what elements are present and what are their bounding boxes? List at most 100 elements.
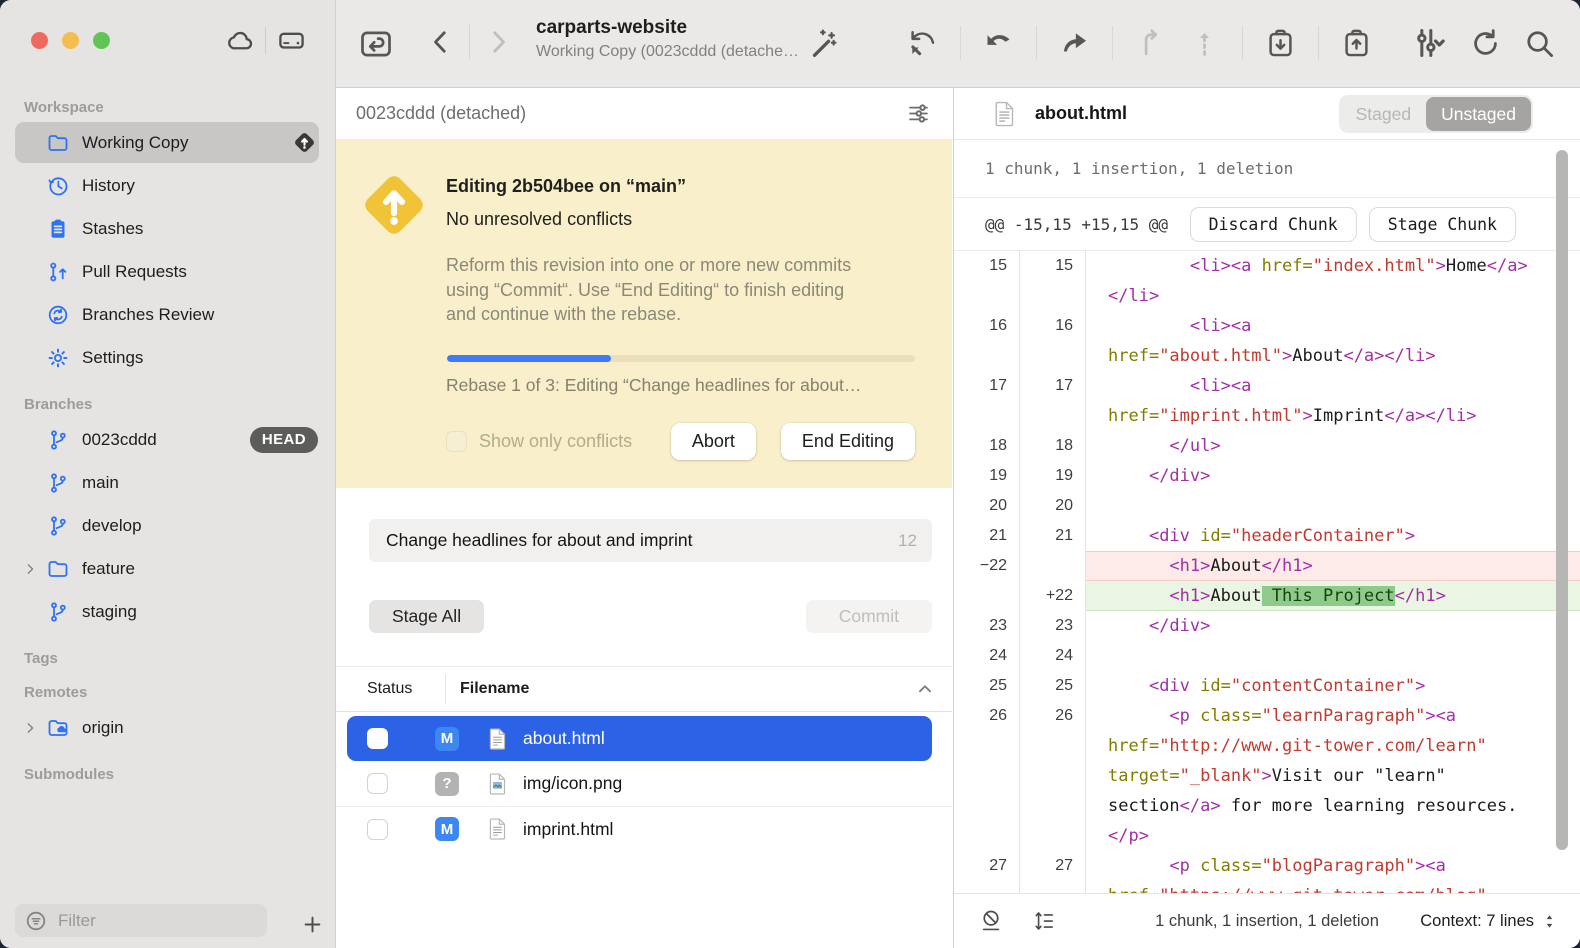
disclosure-chevron-icon[interactable] [22,561,38,577]
stage-checkbox[interactable] [367,728,388,749]
sidebar-item-pull-requests[interactable]: Pull Requests [0,250,335,293]
show-only-conflicts-checkbox[interactable] [446,431,467,452]
divider [1036,26,1037,60]
diff-line[interactable]: 2727 <p class="blogParagraph"><a href="h… [954,851,1580,893]
diff-line[interactable]: 2020 [954,491,1580,521]
branch-icon [46,600,70,624]
close-button[interactable] [31,32,48,49]
diff-line[interactable]: 2323 </div> [954,611,1580,641]
ignore-whitespace-icon[interactable] [978,908,1004,934]
sidebar-item-history[interactable]: History [0,164,335,207]
column-divider[interactable] [445,674,446,704]
quick-actions-button[interactable] [806,27,839,60]
repo-subtitle: Working Copy (0023cddd (detache… [536,43,799,61]
repo-title: carparts-website [536,17,799,39]
toolbar-actions [806,23,1556,63]
diff-line[interactable]: 2121 <div id="headerContainer"> [954,521,1580,551]
history-icon [46,174,70,198]
stage-all-button[interactable]: Stage All [369,600,484,633]
code-text: <p class="learnParagraph"><a href="http:… [1086,701,1580,851]
sidebar-item-branches-review[interactable]: Branches Review [0,293,335,336]
sidebar-item-label: Stashes [82,219,143,239]
diff-line[interactable]: 1818 </ul> [954,431,1580,461]
column-header-status[interactable]: Status [367,680,445,698]
diff-line[interactable]: 1515 <li><a href="index.html">Home</a></… [954,251,1580,311]
divider [265,27,266,54]
file-table-header: Status Filename [336,666,952,712]
sort-chevron-up-icon[interactable] [914,678,936,700]
line-spacing-icon[interactable] [1031,908,1057,934]
column-header-filename[interactable]: Filename [460,680,529,698]
commit-message-input[interactable] [384,529,898,552]
discard-chunk-button[interactable]: Discard Chunk [1190,207,1357,242]
zoom-button[interactable] [93,32,110,49]
end-editing-button[interactable]: End Editing [781,423,915,460]
sidebar-item-settings[interactable]: Settings [0,336,335,379]
file-row-img-icon-png[interactable]: ?img/icon.png [336,761,952,806]
minimize-button[interactable] [62,32,79,49]
sidebar-item-working-copy[interactable]: Working Copy [0,121,335,164]
cloud-services-button[interactable] [224,25,255,56]
diff-line[interactable]: 1616 <li><a href="about.html">About</a><… [954,311,1580,371]
sidebar-item-stashes[interactable]: Stashes [0,207,335,250]
open-working-copy-button[interactable] [358,26,394,62]
abort-button[interactable]: Abort [671,423,756,460]
commit-message-field[interactable]: 12 [369,519,932,562]
file-row-about-html[interactable]: Mabout.html [336,716,952,761]
sidebar-item-origin[interactable]: origin [0,706,335,749]
branch-icon [46,428,70,452]
diff-line[interactable]: 1717 <li><a href="imprint.html">Imprint<… [954,371,1580,431]
divider [469,25,470,59]
sidebar-item-staging[interactable]: staging [0,590,335,633]
banner-title: Editing 2b504bee on “main” [446,176,686,197]
fetch-button[interactable] [906,27,939,60]
old-line-number: −22 [954,551,1020,581]
pull-button[interactable] [982,27,1015,60]
sidebar-item-feature[interactable]: feature [0,547,335,590]
file-row-imprint-html[interactable]: Mimprint.html [336,806,952,851]
push-button[interactable] [1058,27,1091,60]
code-text: <p class="blogParagraph"><a href="https:… [1086,851,1580,893]
diff-line[interactable]: 1919 </div> [954,461,1580,491]
context-stepper[interactable] [1541,913,1558,930]
code-text: <div id="headerContainer"> [1086,521,1580,551]
sidebar-item-label: feature [82,559,135,579]
new-line-number: 16 [1020,311,1086,371]
back-button[interactable] [426,27,456,57]
code-text [1086,641,1580,671]
diff-line[interactable]: +22 <h1>About This Project</h1> [954,581,1580,611]
code-text: <h1>About This Project</h1> [1086,581,1580,611]
banner-body: Reform this revision into one or more ne… [446,253,870,327]
diff-line[interactable]: 2424 [954,641,1580,671]
filename-label: about.html [523,728,605,749]
stage-chunk-button[interactable]: Stage Chunk [1369,207,1516,242]
stash-apply-button[interactable] [1340,27,1373,60]
stage-checkbox[interactable] [367,773,388,794]
sidebar-item-develop[interactable]: develop [0,504,335,547]
unstaged-tab[interactable]: Unstaged [1426,97,1531,131]
stage-checkbox[interactable] [367,819,388,840]
file-icon [990,99,1020,129]
sidebar-filter[interactable] [15,904,267,937]
context-lines-label: Context: 7 lines [1420,912,1534,931]
scrollbar-thumb[interactable] [1556,150,1568,850]
filter-input[interactable] [56,910,258,932]
local-repos-button[interactable] [276,25,307,56]
stash-save-button[interactable] [1264,27,1297,60]
disclosure-chevron-icon[interactable] [22,720,38,736]
diff-line[interactable]: −22 <h1>About</h1> [954,551,1580,581]
view-options-button[interactable] [905,100,932,127]
search-button[interactable] [1523,27,1556,60]
diff-line[interactable]: 2626 <p class="learnParagraph"><a href="… [954,701,1580,851]
sidebar-item-label: 0023cddd [82,430,157,450]
divider [1242,26,1243,60]
refresh-button[interactable] [1469,27,1502,60]
sidebar-item-main[interactable]: main [0,461,335,504]
staged-tab[interactable]: Staged [1341,97,1426,131]
sidebar-item-0023cddd[interactable]: 0023cdddHEAD [0,418,335,461]
sidebar-item-label: Branches Review [82,305,214,325]
code-text: </ul> [1086,431,1580,461]
workflow-menu-button[interactable] [1408,23,1448,63]
add-button[interactable] [301,913,324,936]
diff-line[interactable]: 2525 <div id="contentContainer"> [954,671,1580,701]
